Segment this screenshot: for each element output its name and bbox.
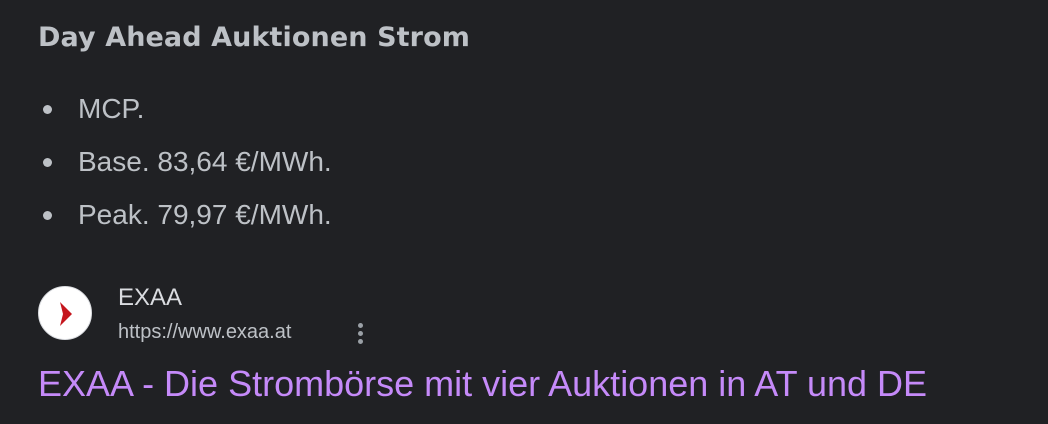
snippet-heading: Day Ahead Auktionen Strom: [38, 22, 470, 53]
bullet-dot-icon: [43, 211, 52, 220]
result-title-link[interactable]: EXAA - Die Strombörse mit vier Auktionen…: [38, 363, 927, 405]
bullet-text: Peak. 79,97 €/MWh.: [78, 199, 332, 230]
bullet-item: Peak. 79,97 €/MWh.: [40, 194, 332, 247]
site-name[interactable]: EXAA: [118, 284, 182, 312]
site-url[interactable]: https://www.exaa.at: [118, 321, 291, 344]
more-vert-icon[interactable]: [348, 318, 372, 348]
bullet-item: MCP.: [40, 88, 332, 141]
more-dot: [358, 323, 363, 328]
exaa-logo-graphic: [60, 302, 72, 326]
snippet-bullet-list: MCP. Base. 83,64 €/MWh. Peak. 79,97 €/MW…: [40, 88, 332, 247]
bullet-text: MCP.: [78, 93, 145, 124]
more-dot: [358, 331, 363, 336]
more-dot: [358, 339, 363, 344]
logo-arrow-shape: [60, 302, 72, 326]
bullet-dot-icon: [43, 105, 52, 114]
bullet-text: Base. 83,64 €/MWh.: [78, 146, 332, 177]
bullet-item: Base. 83,64 €/MWh.: [40, 141, 332, 194]
result-source[interactable]: EXAA https://www.exaa.at: [38, 284, 738, 344]
exaa-logo-icon[interactable]: [38, 286, 92, 340]
search-result-card: Day Ahead Auktionen Strom MCP. Base. 83,…: [0, 0, 1048, 424]
bullet-dot-icon: [43, 158, 52, 167]
